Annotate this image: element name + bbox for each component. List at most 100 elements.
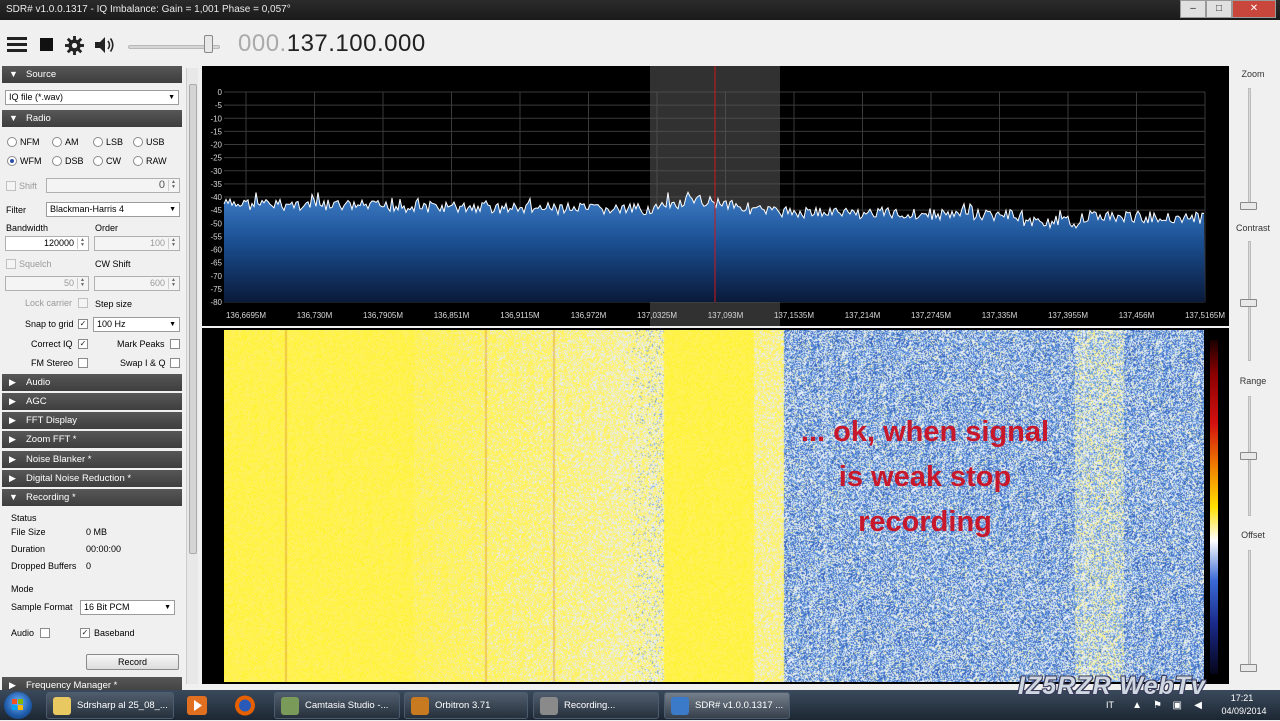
mode-radio-usb[interactable]	[133, 137, 143, 147]
squelch-value: 50	[63, 278, 74, 288]
gear-icon[interactable]	[65, 36, 84, 55]
order-input[interactable]: 100 ▲ ▼	[94, 236, 180, 251]
record-button[interactable]: Record	[86, 654, 179, 670]
shift-value: 0	[158, 179, 165, 191]
db-axis-label: -50	[210, 219, 222, 228]
windows-logo-icon	[12, 699, 23, 710]
mode-radio-wfm[interactable]	[7, 156, 17, 166]
section-frequency-manager-header[interactable]: ▶ Frequency Manager *	[2, 677, 182, 690]
taskbar-item-sdrsharp[interactable]: SDR# v1.0.0.1317 ...	[664, 692, 790, 719]
snap-to-grid-checkbox[interactable]: ✓	[78, 319, 88, 329]
section-source-header[interactable]: ▼ Source	[2, 66, 182, 83]
cw-shift-label: CW Shift	[95, 259, 131, 269]
range-slider-thumb[interactable]	[1240, 452, 1257, 460]
squelch-checkbox[interactable]	[6, 259, 16, 269]
flag-icon[interactable]: ⚑	[1153, 700, 1162, 711]
swap-iq-checkbox[interactable]	[170, 358, 180, 368]
filter-select[interactable]: Blackman-Harris 4 ▼	[46, 202, 180, 217]
mode-radio-lsb[interactable]	[93, 137, 103, 147]
mode-label-wfm: WFM	[20, 156, 42, 166]
shift-input[interactable]: 0 ▲ ▼	[46, 178, 180, 193]
lock-carrier-checkbox[interactable]	[78, 298, 88, 308]
cw-shift-input[interactable]: 600 ▲ ▼	[94, 276, 180, 291]
taskbar-item-label: Sdrsharp al 25_08_...	[77, 700, 168, 711]
volume-icon[interactable]: ◀	[1194, 700, 1202, 711]
mark-peaks-checkbox[interactable]	[170, 339, 180, 349]
spin-arrows-icon[interactable]: ▲ ▼	[168, 180, 178, 191]
start-button[interactable]	[4, 692, 32, 719]
section-title: FFT Display	[26, 415, 78, 426]
source-device-select[interactable]: IQ file (*.wav) ▼	[5, 90, 179, 105]
db-axis-label: -25	[210, 154, 222, 163]
minimize-button[interactable]: –	[1180, 0, 1206, 18]
section-fft-display-header[interactable]: ▶ FFT Display	[2, 412, 182, 429]
audio-record-checkbox[interactable]	[40, 628, 50, 638]
section-digital-noise-reduction-header[interactable]: ▶ Digital Noise Reduction *	[2, 470, 182, 487]
close-button[interactable]: ✕	[1232, 0, 1276, 18]
section-zoom-fft-header[interactable]: ▶ Zoom FFT *	[2, 431, 182, 448]
left-panel-scrollbar[interactable]	[186, 68, 198, 684]
stop-icon[interactable]	[40, 36, 53, 54]
scrollbar-thumb[interactable]	[189, 84, 197, 554]
language-indicator[interactable]: IT	[1106, 700, 1114, 710]
dropped-buffers-value: 0	[86, 561, 92, 571]
baseband-checkbox[interactable]: ✓	[80, 628, 90, 638]
zoom-slider-track[interactable]	[1248, 88, 1251, 208]
clock-time[interactable]: 17:21	[1218, 693, 1266, 703]
section-recording-header[interactable]: ▼ Recording *	[2, 489, 182, 506]
squelch-input[interactable]: 50 ▲ ▼	[5, 276, 89, 291]
shift-checkbox[interactable]	[6, 181, 16, 191]
taskbar-item-camtasia[interactable]: Camtasia Studio -...	[274, 692, 400, 719]
section-noise-blanker-header[interactable]: ▶ Noise Blanker *	[2, 451, 182, 468]
hamburger-menu-icon[interactable]	[7, 36, 27, 54]
frequency-value: 137.100.000	[286, 30, 426, 57]
mode-radio-am[interactable]	[52, 137, 62, 147]
taskbar-item-label: Camtasia Studio -...	[305, 700, 389, 711]
section-radio-header[interactable]: ▼ Radio	[2, 110, 182, 127]
taskbar-item-orbitron[interactable]: Orbitron 3.71	[404, 692, 528, 719]
bandwidth-input[interactable]: 120000 ▲ ▼	[5, 236, 89, 251]
clock-date[interactable]: 04/09/2014	[1218, 706, 1270, 716]
tray-arrow-icon[interactable]: ▲	[1132, 700, 1142, 711]
spin-arrows-icon[interactable]: ▲ ▼	[168, 238, 178, 249]
firefox-icon[interactable]	[226, 692, 264, 719]
source-device-value: IQ file (*.wav)	[9, 92, 64, 102]
zoom-slider-thumb[interactable]	[1240, 202, 1257, 210]
frequency-display[interactable]: 000.137.100.000	[238, 30, 426, 58]
mode-radio-nfm[interactable]	[7, 137, 17, 147]
toolbar: 000.137.100.000	[0, 20, 1280, 68]
taskbar-item-recording[interactable]: Recording...	[533, 692, 659, 719]
mode-radio-dsb[interactable]	[52, 156, 62, 166]
media-player-icon[interactable]	[178, 692, 216, 719]
step-size-label: Step size	[95, 299, 133, 309]
volume-slider-thumb[interactable]	[204, 35, 213, 53]
snap-to-grid-label: Snap to grid	[25, 319, 74, 329]
maximize-button[interactable]: □	[1206, 0, 1232, 18]
contrast-label: Contrast	[1235, 223, 1270, 233]
speaker-icon[interactable]	[94, 36, 116, 54]
spectrum-analyzer[interactable]: 0 -5 -10 -15 -20 -25 -30 -35 -40 -45 -50 -55 -60 -65 -…	[202, 66, 1229, 326]
spin-arrows-icon[interactable]: ▲ ▼	[77, 278, 87, 289]
camtasia-icon	[281, 697, 299, 715]
mode-radio-cw[interactable]	[93, 156, 103, 166]
mode-label: Mode	[11, 584, 34, 594]
sample-format-select[interactable]: 16 Bit PCM ▼	[80, 600, 175, 615]
section-audio-header[interactable]: ▶ Audio	[2, 374, 182, 391]
step-size-select[interactable]: 100 Hz ▼	[93, 317, 180, 332]
offset-slider-track[interactable]	[1248, 550, 1251, 670]
collapse-triangle-icon: ▼	[9, 492, 18, 502]
offset-slider-thumb[interactable]	[1240, 664, 1257, 672]
section-agc-header[interactable]: ▶ AGC	[2, 393, 182, 410]
spectrum-plot[interactable]: 0 -5 -10 -15 -20 -25 -30 -35 -40 -45 -50 -55 -60 -65 -…	[202, 66, 1229, 326]
taskbar-item-folder[interactable]: Sdrsharp al 25_08_...	[46, 692, 174, 719]
spin-arrows-icon[interactable]: ▲ ▼	[168, 278, 178, 289]
correct-iq-checkbox[interactable]: ✓	[78, 339, 88, 349]
frequency-axis-label: 136,9115M	[500, 311, 540, 320]
network-icon[interactable]: ▣	[1173, 700, 1182, 711]
spin-arrows-icon[interactable]: ▲ ▼	[77, 238, 87, 249]
mode-radio-raw[interactable]	[133, 156, 143, 166]
contrast-slider-thumb[interactable]	[1240, 299, 1257, 307]
mode-label-am: AM	[65, 137, 79, 147]
duration-label: Duration	[11, 544, 46, 554]
fm-stereo-checkbox[interactable]	[78, 358, 88, 368]
